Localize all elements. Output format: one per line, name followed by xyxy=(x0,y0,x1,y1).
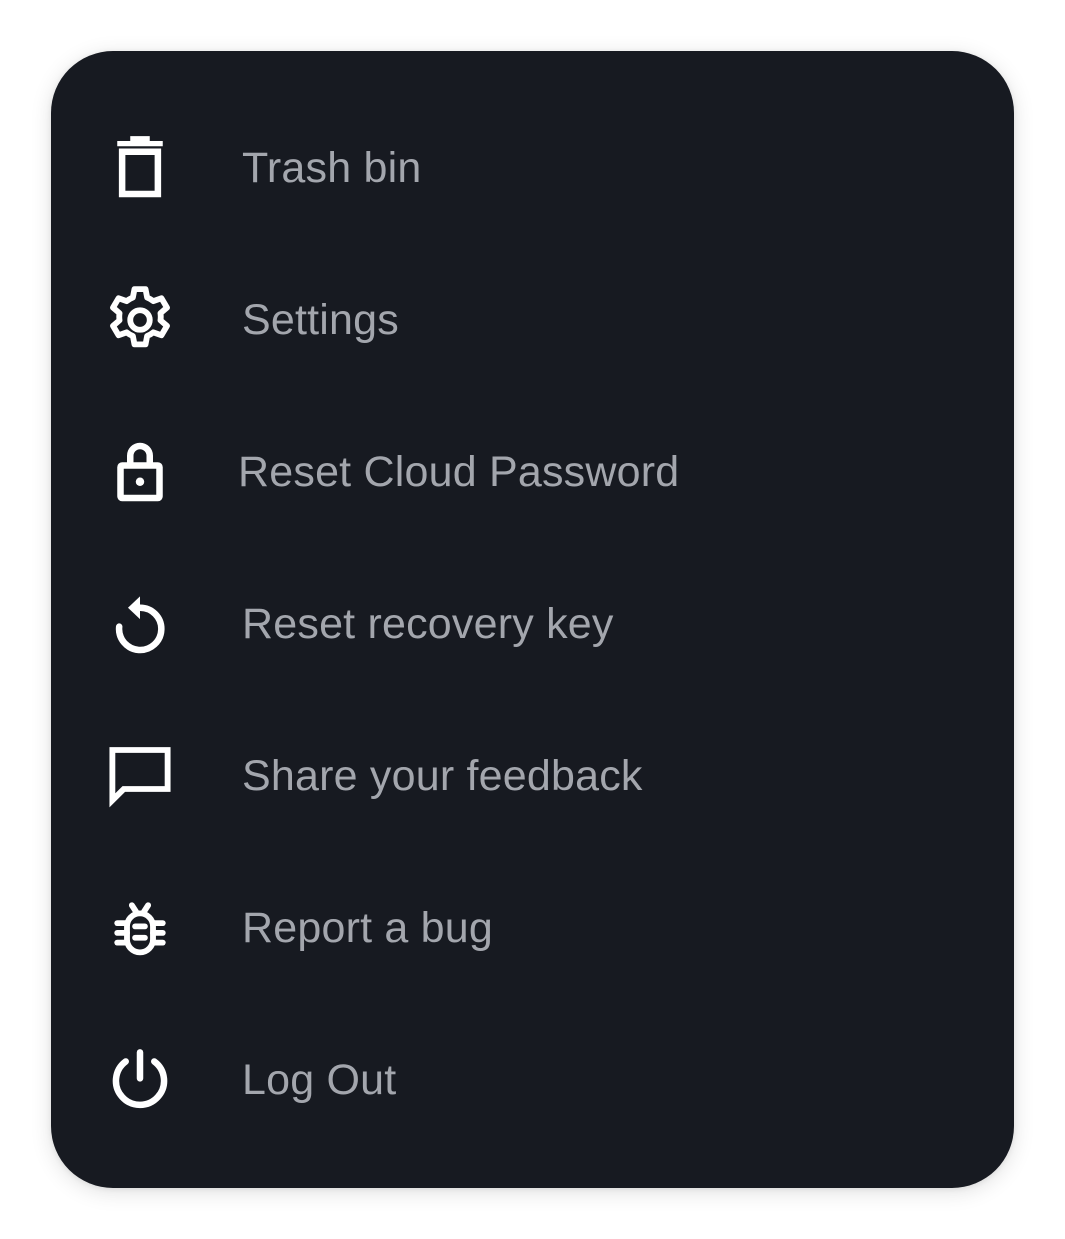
menu-item-label: Settings xyxy=(242,296,399,344)
lock-icon xyxy=(101,433,179,511)
menu-item-trash-bin[interactable]: Trash bin xyxy=(51,92,1014,244)
reset-icon xyxy=(101,585,179,663)
power-icon xyxy=(101,1041,179,1119)
gear-icon xyxy=(101,281,179,359)
menu-item-log-out[interactable]: Log Out xyxy=(51,1004,1014,1156)
menu-item-label: Log Out xyxy=(242,1056,397,1104)
bug-icon xyxy=(101,889,179,967)
chat-bubble-icon xyxy=(101,737,179,815)
menu-item-label: Reset Cloud Password xyxy=(238,448,680,496)
account-menu: Trash bin Settings Reset Cloud Password xyxy=(51,51,1014,1188)
menu-item-reset-recovery-key[interactable]: Reset recovery key xyxy=(51,548,1014,700)
menu-item-label: Report a bug xyxy=(242,904,494,952)
trash-icon xyxy=(101,129,179,207)
menu-item-reset-cloud-password[interactable]: Reset Cloud Password xyxy=(51,396,1014,548)
menu-item-label: Trash bin xyxy=(242,144,422,192)
menu-item-settings[interactable]: Settings xyxy=(51,244,1014,396)
menu-item-report-bug[interactable]: Report a bug xyxy=(51,852,1014,1004)
menu-item-label: Share your feedback xyxy=(242,752,643,800)
menu-item-share-feedback[interactable]: Share your feedback xyxy=(51,700,1014,852)
menu-item-label: Reset recovery key xyxy=(242,600,614,648)
